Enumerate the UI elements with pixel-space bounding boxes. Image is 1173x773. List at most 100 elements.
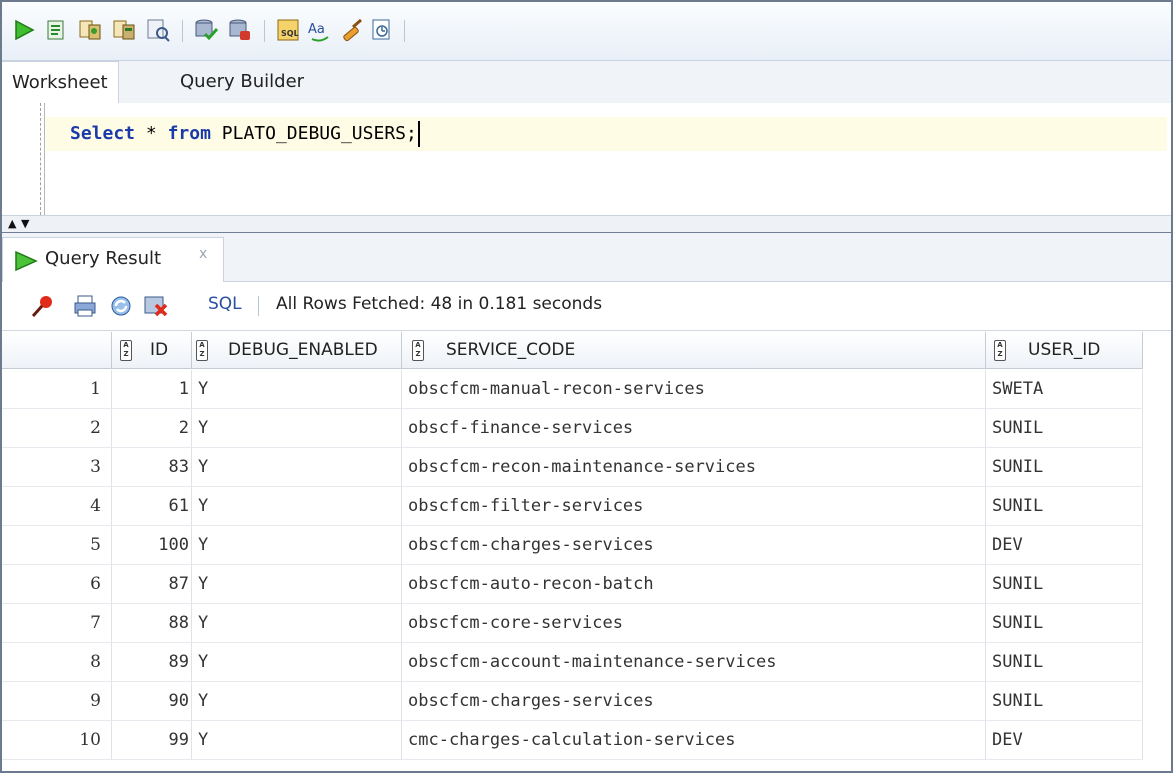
to-upper-lower-icon[interactable]: Aa <box>306 16 334 44</box>
cell-user-id[interactable]: SUNIL <box>986 409 1143 448</box>
sql-code[interactable]: Select * from PLATO_DEBUG_USERS; <box>70 120 420 148</box>
cell-service-code[interactable]: obscfcm-charges-services <box>402 526 986 565</box>
cell-id[interactable]: 1 <box>112 370 192 409</box>
row-number[interactable]: 8 <box>2 643 112 682</box>
cell-id[interactable]: 2 <box>112 409 192 448</box>
svg-text:SQL: SQL <box>281 29 299 38</box>
rollback-icon[interactable] <box>226 16 254 44</box>
commit-icon[interactable] <box>192 16 220 44</box>
table-row[interactable]: 2 2 Yobscf-finance-services SUNIL <box>2 409 1171 448</box>
cell-user-id[interactable]: SUNIL <box>986 565 1143 604</box>
row-number[interactable]: 3 <box>2 448 112 487</box>
sql-tuning-icon[interactable] <box>144 16 172 44</box>
tab-query-builder[interactable]: Query Builder <box>170 61 314 102</box>
table-row[interactable]: 3 83 Yobscfcm-recon-maintenance-services SU… <box>2 448 1171 487</box>
cell-user-id[interactable]: SUNIL <box>986 643 1143 682</box>
row-number[interactable]: 7 <box>2 604 112 643</box>
cell-service-code[interactable]: cmc-charges-calculation-services <box>402 721 986 760</box>
cell-debug-enabled[interactable]: Y <box>192 448 402 487</box>
cell-id[interactable]: 90 <box>112 682 192 721</box>
cell-service-code[interactable]: obscfcm-filter-services <box>402 487 986 526</box>
row-number[interactable]: 9 <box>2 682 112 721</box>
pane-splitter[interactable]: ▲ ▼ <box>2 215 1171 234</box>
run-script-icon[interactable] <box>42 16 70 44</box>
cell-debug-enabled[interactable]: Y <box>192 409 402 448</box>
sort-icon: AZ <box>412 340 424 361</box>
cell-user-id[interactable]: SUNIL <box>986 682 1143 721</box>
cell-debug-enabled[interactable]: Y <box>192 604 402 643</box>
result-grid[interactable]: AZ ID AZ DEBUG_ENABLED AZ SERVICE_CODE A… <box>2 332 1171 771</box>
explain-plan-icon[interactable] <box>110 16 138 44</box>
column-header-user-id[interactable]: AZ USER_ID <box>986 332 1143 369</box>
cell-id[interactable]: 88 <box>112 604 192 643</box>
tab-query-result[interactable]: Query Result x <box>2 237 224 282</box>
cell-service-code[interactable]: obscfcm-charges-services <box>402 682 986 721</box>
row-number[interactable]: 6 <box>2 565 112 604</box>
sql-button[interactable]: SQL <box>208 294 242 314</box>
run-statement-icon[interactable] <box>10 16 38 44</box>
cell-service-code[interactable]: obscf-finance-services <box>402 409 986 448</box>
query-result-label: Query Result <box>45 248 162 269</box>
column-header-debug-enabled[interactable]: AZ DEBUG_ENABLED <box>192 332 402 369</box>
print-icon[interactable] <box>72 293 98 319</box>
fetch-status: All Rows Fetched: 48 in 0.181 seconds <box>276 294 603 314</box>
unshared-sql-icon[interactable]: SQL <box>274 16 302 44</box>
cell-debug-enabled[interactable]: Y <box>192 565 402 604</box>
cell-service-code[interactable]: obscfcm-account-maintenance-services <box>402 643 986 682</box>
cell-id[interactable]: 83 <box>112 448 192 487</box>
table-row[interactable]: 7 88 Yobscfcm-core-services SUNIL <box>2 604 1171 643</box>
keyword-from: from <box>167 123 211 144</box>
row-number[interactable]: 2 <box>2 409 112 448</box>
cancel-query-icon[interactable] <box>142 293 168 319</box>
cell-id[interactable]: 100 <box>112 526 192 565</box>
row-number[interactable]: 10 <box>2 721 112 760</box>
table-row[interactable]: 10 99 Ycmc-charges-calculation-services DEV <box>2 721 1171 760</box>
star-token: * <box>145 123 157 144</box>
cell-debug-enabled[interactable]: Y <box>192 370 402 409</box>
tab-worksheet[interactable]: Worksheet <box>2 61 119 104</box>
sql-editor[interactable]: Select * from PLATO_DEBUG_USERS; <box>2 103 1171 215</box>
close-tab-icon[interactable]: x <box>199 246 207 262</box>
collapse-down-icon[interactable]: ▼ <box>21 217 29 230</box>
cell-service-code[interactable]: obscfcm-auto-recon-batch <box>402 565 986 604</box>
cell-user-id[interactable]: DEV <box>986 721 1143 760</box>
cell-id[interactable]: 89 <box>112 643 192 682</box>
cell-user-id[interactable]: SUNIL <box>986 487 1143 526</box>
cell-service-code[interactable]: obscfcm-recon-maintenance-services <box>402 448 986 487</box>
sql-developer-window: SQL Aa Worksheet Query Builder Select * … <box>0 0 1173 773</box>
pin-icon[interactable] <box>30 293 56 319</box>
cell-id[interactable]: 87 <box>112 565 192 604</box>
row-number[interactable]: 5 <box>2 526 112 565</box>
cell-debug-enabled[interactable]: Y <box>192 721 402 760</box>
cell-id[interactable]: 61 <box>112 487 192 526</box>
autotrace-icon[interactable] <box>76 16 104 44</box>
column-label: DEBUG_ENABLED <box>228 340 378 360</box>
cell-debug-enabled[interactable]: Y <box>192 643 402 682</box>
row-number[interactable]: 1 <box>2 370 112 409</box>
column-header-id[interactable]: AZ ID <box>112 332 192 369</box>
cell-user-id[interactable]: SUNIL <box>986 448 1143 487</box>
row-number-header <box>2 332 112 369</box>
cell-debug-enabled[interactable]: Y <box>192 526 402 565</box>
collapse-up-icon[interactable]: ▲ <box>8 217 16 230</box>
clear-icon[interactable] <box>338 16 366 44</box>
column-header-service-code[interactable]: AZ SERVICE_CODE <box>402 332 986 369</box>
table-row[interactable]: 5 100 Yobscfcm-charges-services DEV <box>2 526 1171 565</box>
refresh-icon[interactable] <box>108 293 134 319</box>
grid-header: AZ ID AZ DEBUG_ENABLED AZ SERVICE_CODE A… <box>2 332 1171 370</box>
sql-history-icon[interactable] <box>368 16 396 44</box>
cell-debug-enabled[interactable]: Y <box>192 487 402 526</box>
cell-user-id[interactable]: SUNIL <box>986 604 1143 643</box>
cell-service-code[interactable]: obscfcm-core-services <box>402 604 986 643</box>
cell-user-id[interactable]: SWETA <box>986 370 1143 409</box>
cell-service-code[interactable]: obscfcm-manual-recon-services <box>402 370 986 409</box>
cell-user-id[interactable]: DEV <box>986 526 1143 565</box>
table-row[interactable]: 1 1 Yobscfcm-manual-recon-services SWETA <box>2 370 1171 409</box>
table-row[interactable]: 8 89 Yobscfcm-account-maintenance-services… <box>2 643 1171 682</box>
row-number[interactable]: 4 <box>2 487 112 526</box>
table-row[interactable]: 4 61 Yobscfcm-filter-services SUNIL <box>2 487 1171 526</box>
cell-id[interactable]: 99 <box>112 721 192 760</box>
table-row[interactable]: 9 90 Yobscfcm-charges-services SUNIL <box>2 682 1171 721</box>
table-row[interactable]: 6 87 Yobscfcm-auto-recon-batch SUNIL <box>2 565 1171 604</box>
cell-debug-enabled[interactable]: Y <box>192 682 402 721</box>
